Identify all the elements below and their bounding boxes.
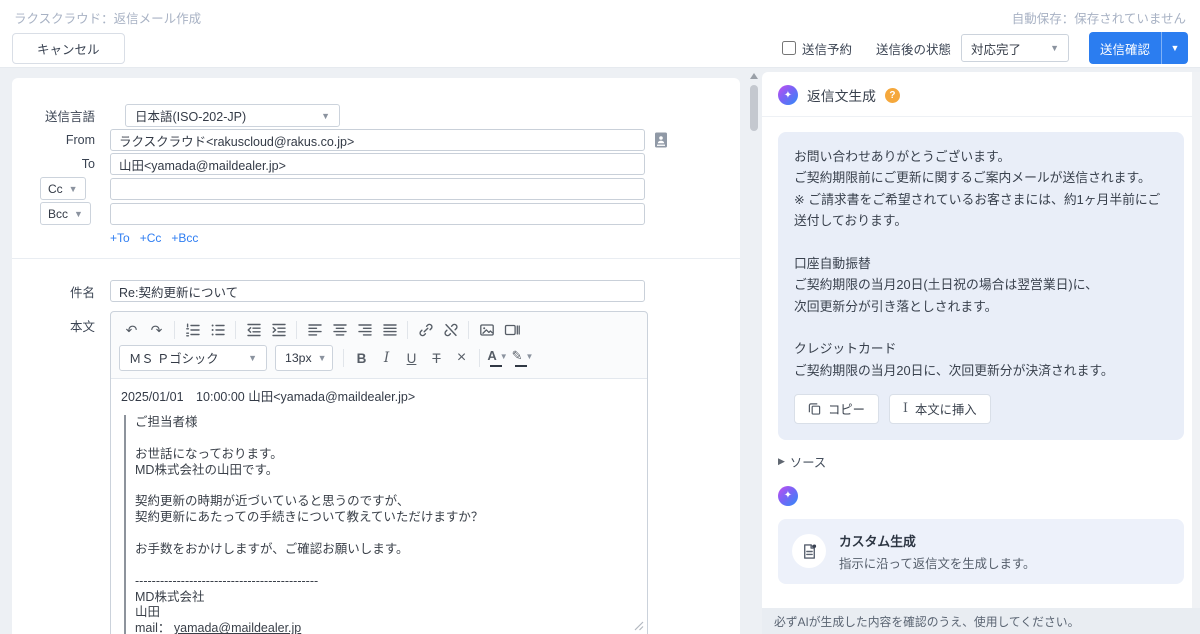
custom-generate-card[interactable]: カスタム生成 指示に沿って返信文を生成します。 [778,519,1184,584]
body-label: 本文 [12,316,95,335]
quoted-mail-header: 2025/01/01 10:00:00 山田<yamada@maildealer… [121,390,637,406]
image-icon[interactable] [474,319,499,341]
document-edit-icon [792,534,826,568]
bullet-list-icon[interactable] [205,319,230,341]
insert-cursor-icon: I [903,401,908,416]
redo-icon[interactable]: ↷ [144,319,169,341]
ai-sparkle-icon: ✦ [778,486,798,506]
status-after-send-select[interactable]: 対応完了 ▼ [961,34,1069,62]
add-to-link[interactable]: +To [110,231,130,245]
ai-panel-title: 返信文生成 [807,85,876,105]
chevron-down-icon: ▼ [318,353,327,363]
italic-button[interactable]: I [374,347,399,369]
bold-button[interactable]: B [349,347,374,369]
scroll-up-arrow[interactable] [750,73,758,79]
from-label: From [12,133,95,147]
insert-to-body-button[interactable]: I 本文に挿入 [889,394,991,424]
custom-generate-desc: 指示に沿って返信文を生成します。 [839,554,1035,572]
bcc-type-select[interactable]: Bcc ▼ [40,202,91,225]
from-input[interactable] [110,129,645,151]
to-input[interactable] [110,153,645,175]
chevron-down-icon: ▼ [321,111,330,121]
copy-button[interactable]: コピー [794,394,879,424]
add-cc-link[interactable]: +Cc [140,231,162,245]
scrollbar-thumb[interactable] [750,85,758,131]
divider [12,258,740,259]
to-label: To [12,157,95,171]
font-size-value: 13px [285,351,312,365]
main-scrollbar [748,71,760,131]
ai-sparkle-icon: ✦ [778,85,798,105]
link-icon[interactable] [413,319,438,341]
ordered-list-icon[interactable] [180,319,205,341]
unlink-icon[interactable] [438,319,463,341]
undo-icon[interactable]: ↶ [119,319,144,341]
compose-card: 送信言語 日本語(ISO-202-JP) ▼ From To Cc ▼ [12,78,740,634]
send-confirm-button[interactable]: 送信確認 [1089,32,1161,64]
outdent-icon[interactable] [241,319,266,341]
chevron-down-icon: ▼ [74,209,83,219]
send-options-caret-button[interactable]: ▼ [1161,32,1188,64]
schedule-send-label: 送信予約 [802,39,852,58]
bcc-input[interactable] [110,203,645,225]
chevron-down-icon: ▼ [69,184,78,194]
ai-reply-panel: ✦ 返信文生成 ? お問い合わせありがとうございます。 ご契約期限前にご更新に関… [762,72,1200,634]
add-bcc-link[interactable]: +Bcc [171,231,198,245]
panel-scrollbar-track[interactable] [1192,72,1200,608]
rich-text-editor: ↶ ↷ [110,311,648,634]
language-select[interactable]: 日本語(ISO-202-JP) ▼ [125,104,340,127]
clear-format-button[interactable]: × [449,347,474,369]
editor-resize-handle[interactable] [634,620,644,634]
source-toggle[interactable]: ▶ ソース [762,450,1200,471]
text-color-button[interactable]: A ▼ [485,347,510,369]
font-size-select[interactable]: 13px ▼ [275,345,333,371]
triangle-right-icon: ▶ [778,456,785,467]
chevron-down-icon: ▼ [1050,43,1059,53]
strikethrough-button[interactable]: T [424,347,449,369]
highlight-color-button[interactable]: ✎ ▼ [510,347,535,369]
align-center-icon[interactable] [327,319,352,341]
underline-button[interactable]: U [399,347,424,369]
media-icon[interactable] [499,319,524,341]
custom-generate-title: カスタム生成 [839,531,1035,550]
subject-input[interactable] [110,280,645,302]
generated-reply-card: お問い合わせありがとうございます。 ご契約期限前にご更新に関するご案内メールが送… [778,132,1184,440]
status-after-send-value: 対応完了 [971,39,1021,58]
justify-icon[interactable] [377,319,402,341]
signature-mail-link[interactable]: yamada@maildealer.jp [174,621,301,634]
subject-label: 件名 [12,282,95,301]
top-bar: ラクスクラウド：返信メール作成 自動保存：保存されていません キャンセル 送信予… [0,0,1200,68]
font-family-value: ＭＳ Ｐゴシック [129,349,219,367]
chevron-down-icon: ▼ [500,347,508,361]
page-title: ラクスクラウド：返信メール作成 [14,8,201,27]
generated-reply-text: お問い合わせありがとうございます。 ご契約期限前にご更新に関するご案内メールが送… [794,146,1168,381]
address-book-icon[interactable] [653,130,671,150]
quoted-mail-block: ご担当者様 お世話になっております。 MD株式会社の山田です。 契約更新の時期が… [124,415,637,634]
copy-icon [808,402,821,415]
ai-panel-header: ✦ 返信文生成 ? [762,72,1200,117]
schedule-send-checkbox[interactable] [782,41,796,55]
status-after-send-label: 送信後の状態 [876,39,951,58]
font-family-select[interactable]: ＭＳ Ｐゴシック ▼ [119,345,267,371]
chevron-down-icon: ▼ [525,347,533,361]
editor-body[interactable]: 2025/01/01 10:00:00 山田<yamada@maildealer… [111,379,647,634]
indent-icon[interactable] [266,319,291,341]
cc-input[interactable] [110,178,645,200]
language-value: 日本語(ISO-202-JP) [135,106,246,125]
editor-toolbar: ↶ ↷ [111,312,647,379]
ai-disclaimer: 必ずAIが生成した内容を確認のうえ、使用してください。 [762,608,1200,634]
align-left-icon[interactable] [302,319,327,341]
cc-type-select[interactable]: Cc ▼ [40,177,86,200]
language-label: 送信言語 [12,106,95,125]
cancel-button[interactable]: キャンセル [12,33,125,64]
autosave-status: 自動保存：保存されていません [1012,8,1186,27]
chevron-down-icon: ▼ [248,353,257,363]
help-icon[interactable]: ? [885,88,900,103]
align-right-icon[interactable] [352,319,377,341]
